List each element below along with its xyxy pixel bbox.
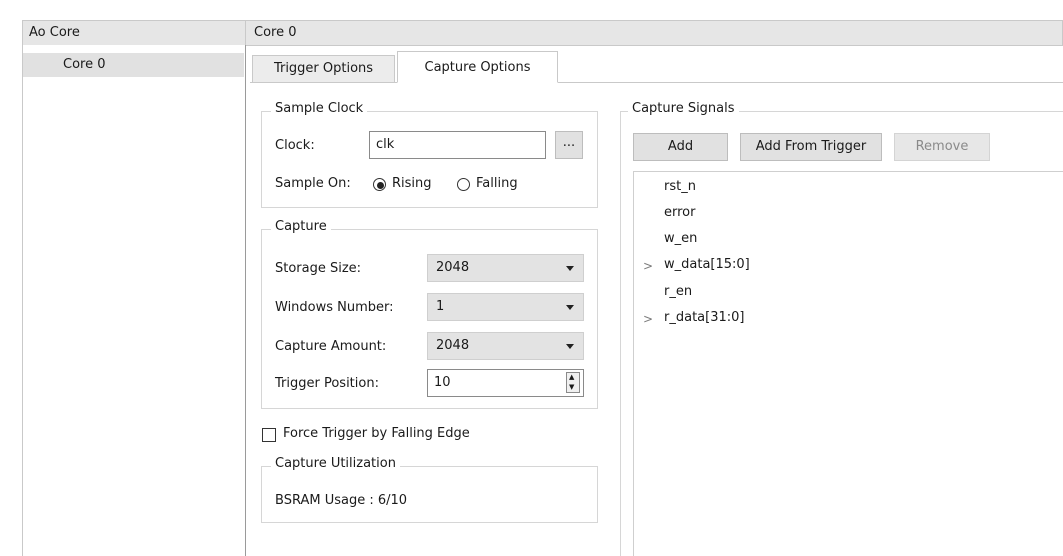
add-button[interactable]: Add (633, 133, 728, 161)
tab-label: Capture Options (424, 60, 531, 75)
remove-button[interactable]: Remove (894, 133, 990, 161)
tab-capture-options[interactable]: Capture Options (397, 51, 558, 83)
clock-input-value: clk (376, 137, 395, 152)
capture-amount-value: 2048 (436, 338, 470, 353)
core-list-header: Ao Core (22, 20, 246, 46)
force-trigger-label: Force Trigger by Falling Edge (283, 426, 470, 441)
dropdown-arrow-icon (566, 344, 574, 349)
capture-amount-select[interactable]: 2048 (427, 332, 584, 360)
signal-list[interactable] (633, 171, 1063, 556)
bsram-usage-text: BSRAM Usage : 6/10 (275, 493, 408, 508)
signal-item-w-en[interactable]: w_en (664, 231, 697, 246)
rising-radio[interactable] (373, 178, 386, 191)
core-panel-header: Core 0 (246, 20, 1063, 46)
sample-clock-title: Sample Clock (271, 101, 368, 116)
spin-buttons[interactable]: ▲ ▼ (566, 372, 580, 393)
add-from-trigger-label: Add From Trigger (755, 139, 867, 154)
add-from-trigger-button[interactable]: Add From Trigger (740, 133, 882, 161)
dropdown-arrow-icon (566, 266, 574, 271)
spin-down-icon[interactable]: ▼ (569, 383, 574, 392)
windows-number-label: Windows Number: (275, 300, 394, 315)
core-panel-header-label: Core 0 (254, 25, 297, 40)
browse-label: ... (562, 135, 576, 150)
trigger-position-value: 10 (434, 375, 451, 390)
tab-label: Trigger Options (273, 61, 374, 76)
storage-size-select[interactable]: 2048 (427, 254, 584, 282)
falling-label: Falling (476, 176, 518, 191)
capture-amount-label: Capture Amount: (275, 339, 387, 354)
capture-signals-title: Capture Signals (628, 101, 739, 116)
expand-chevron-icon[interactable]: > (643, 312, 653, 326)
windows-number-value: 1 (436, 299, 445, 314)
signal-item-r-en[interactable]: r_en (664, 284, 692, 299)
add-button-label: Add (667, 139, 694, 154)
tree-item-label: Core 0 (63, 57, 106, 72)
clock-input[interactable]: clk (369, 131, 546, 159)
tree-item-core-0[interactable]: Core 0 (23, 53, 244, 77)
tab-trigger-options[interactable]: Trigger Options (252, 55, 395, 83)
trigger-position-spinbox[interactable]: 10 (427, 369, 584, 397)
capture-utilization-title: Capture Utilization (271, 456, 400, 471)
rising-label: Rising (392, 176, 432, 191)
spin-up-icon[interactable]: ▲ (569, 373, 574, 382)
storage-size-value: 2048 (436, 260, 470, 275)
core-list-header-label: Ao Core (29, 25, 80, 40)
capture-title: Capture (271, 219, 331, 234)
clock-label: Clock: (275, 138, 315, 153)
signal-item-r-data[interactable]: r_data[31:0] (664, 310, 744, 325)
dropdown-arrow-icon (566, 305, 574, 310)
force-trigger-checkbox[interactable] (262, 428, 276, 442)
storage-size-label: Storage Size: (275, 261, 362, 276)
sample-on-label: Sample On: (275, 176, 351, 191)
falling-radio[interactable] (457, 178, 470, 191)
sample-clock-group (261, 111, 598, 208)
signal-item-error[interactable]: error (664, 205, 695, 220)
signal-item-rst-n[interactable]: rst_n (664, 179, 696, 194)
trigger-position-label: Trigger Position: (275, 376, 379, 391)
expand-chevron-icon[interactable]: > (643, 259, 653, 273)
clock-browse-button[interactable]: ... (555, 131, 583, 159)
remove-button-label: Remove (915, 139, 969, 154)
windows-number-select[interactable]: 1 (427, 293, 584, 321)
signal-item-w-data[interactable]: w_data[15:0] (664, 257, 750, 272)
core-tree-panel (22, 45, 246, 556)
